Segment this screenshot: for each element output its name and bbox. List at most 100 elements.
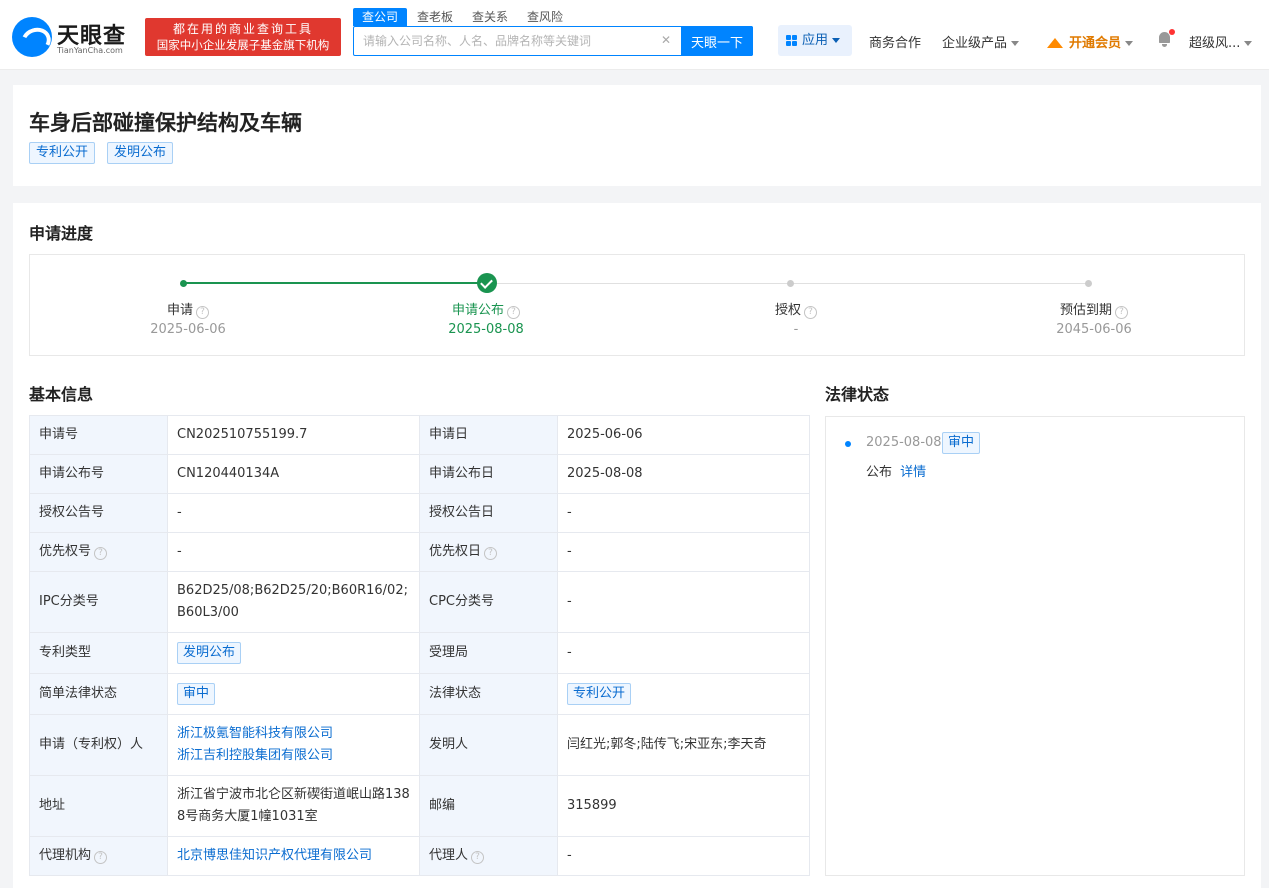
field-value: - — [557, 632, 810, 674]
help-icon[interactable]: ? — [804, 306, 817, 319]
help-icon[interactable]: ? — [484, 547, 498, 560]
caret-down-icon — [1011, 41, 1020, 46]
field-value: - — [167, 532, 420, 572]
field-value-cell: 发明公布 — [167, 632, 420, 674]
nav-user[interactable]: 超级风... — [1189, 32, 1253, 51]
progress-title: 申请进度 — [29, 224, 94, 243]
progress-line-done — [183, 282, 486, 284]
page-title: 车身后部碰撞保护结构及车辆 — [29, 111, 302, 135]
crown-icon — [1047, 36, 1063, 48]
step-date: 2025-08-08 — [448, 322, 524, 337]
step-label: 授权 — [774, 303, 801, 318]
search-button[interactable]: 天眼一下 — [681, 26, 753, 56]
field-value: CN120440134A — [167, 454, 420, 494]
table-row: 地址 浙江省宁波市北仑区新碶街道岷山路1388号商务大厦1幢1031室 邮编 3… — [29, 775, 810, 837]
caret-down-icon — [1125, 41, 1134, 46]
nav-enterprise-label: 企业级产品 — [942, 36, 1008, 51]
slogan-line-1: 都在用的商业查询工具 — [172, 22, 313, 36]
field-value: B62D25/08;B62D25/20;B60R16/02;B60L3/00 — [167, 571, 420, 633]
field-label: 简单法律状态 — [29, 673, 168, 715]
field-value-cell: 北京博思佳知识产权代理有限公司 — [167, 836, 420, 876]
check-icon — [477, 273, 497, 293]
progress-tracker: 申请? 2025-06-06 申请公布? 2025-08-08 授权? - 预估… — [29, 254, 1245, 356]
nav-business[interactable]: 商务合作 — [869, 32, 921, 51]
tag-patent-public: 专利公开 — [29, 142, 96, 164]
field-label-cell: 代理机构? — [29, 836, 168, 876]
field-value: 闫红光;郭冬;陆传飞;宋亚东;李天奇 — [557, 714, 810, 776]
search-tab-risk[interactable]: 查风险 — [527, 8, 563, 26]
nav-vip[interactable]: 开通会员 — [1047, 32, 1134, 51]
caret-down-icon — [832, 38, 841, 43]
logo-eye-icon — [12, 17, 52, 57]
step-label: 申请公布 — [451, 303, 504, 318]
tianyancha-logo[interactable]: 天眼查 TianYanCha.com — [12, 17, 140, 57]
search-input[interactable] — [354, 27, 680, 55]
tag-invention-publish: 发明公布 — [107, 142, 174, 164]
field-label: 专利类型 — [29, 632, 168, 674]
search-box: ✕ 天眼一下 — [353, 26, 753, 56]
applicant-link[interactable]: 浙江极氪智能科技有限公司 — [177, 723, 410, 745]
field-label: 优先权日 — [429, 544, 482, 559]
help-icon[interactable]: ? — [94, 547, 108, 560]
field-value: CN202510755199.7 — [167, 415, 420, 455]
table-row: 申请（专利权）人 浙江极氪智能科技有限公司 浙江吉利控股集团有限公司 发明人 闫… — [29, 714, 810, 776]
field-value: - — [557, 493, 810, 533]
field-value: - — [167, 493, 420, 533]
search-tab-relation[interactable]: 查关系 — [472, 8, 508, 26]
table-row: 专利类型 发明公布 受理局 - — [29, 632, 810, 674]
field-value-cell: 专利公开 — [557, 673, 810, 715]
field-label: 申请公布号 — [29, 454, 168, 494]
help-icon[interactable]: ? — [507, 306, 520, 319]
table-row: 申请公布号 CN120440134A 申请公布日 2025-08-08 — [29, 454, 810, 494]
legal-status-panel: 2025-08-08 审中 公布 详情 — [825, 416, 1245, 876]
search-tab-company[interactable]: 查公司 — [353, 8, 408, 26]
user-name: 超级风... — [1189, 36, 1241, 51]
table-row: 优先权号? - 优先权日? - — [29, 532, 810, 572]
table-row: 简单法律状态 审中 法律状态 专利公开 — [29, 673, 810, 715]
field-label: 申请公布日 — [419, 454, 558, 494]
step-apply: 申请? 2025-06-06 — [88, 302, 288, 340]
field-value: - — [557, 571, 810, 633]
field-value: 2025-06-06 — [557, 415, 810, 455]
nav-apps-button[interactable]: 应用 — [778, 25, 852, 56]
step-date: 2045-06-06 — [1056, 322, 1132, 337]
slogan-line-2: 国家中小企业发展子基金旗下机构 — [156, 38, 330, 52]
field-value: - — [557, 836, 810, 876]
notification-dot — [1169, 29, 1175, 35]
field-value: - — [557, 532, 810, 572]
search-tab-boss[interactable]: 查老板 — [417, 8, 453, 26]
field-label: IPC分类号 — [29, 571, 168, 633]
help-icon[interactable]: ? — [471, 851, 485, 864]
legal-status-title: 法律状态 — [825, 385, 890, 404]
help-icon[interactable]: ? — [1115, 306, 1128, 319]
table-row: 申请号 CN202510755199.7 申请日 2025-06-06 — [29, 415, 810, 455]
field-label: 授权公告号 — [29, 493, 168, 533]
applicant-link[interactable]: 浙江吉利控股集团有限公司 — [177, 745, 410, 767]
detail-link[interactable]: 详情 — [900, 465, 926, 480]
patent-type-tag: 发明公布 — [177, 642, 242, 664]
step-label: 预估到期 — [1059, 303, 1112, 318]
step-expire: 预估到期? 2045-06-06 — [994, 302, 1194, 340]
step-publish: 申请公布? 2025-08-08 — [386, 302, 586, 340]
field-label: 发明人 — [419, 714, 558, 776]
field-label: 申请号 — [29, 415, 168, 455]
step-label: 申请 — [166, 303, 193, 318]
field-label: 申请日 — [419, 415, 558, 455]
agency-link[interactable]: 北京博思佳知识产权代理有限公司 — [177, 848, 372, 863]
legal-status-tag: 专利公开 — [567, 683, 632, 705]
help-icon[interactable]: ? — [196, 306, 209, 319]
nav-apps-label: 应用 — [802, 33, 829, 48]
nav-enterprise[interactable]: 企业级产品 — [942, 32, 1020, 51]
clear-icon[interactable]: ✕ — [659, 33, 673, 47]
field-label-cell: 优先权日? — [419, 532, 558, 572]
legal-desc: 公布 详情 — [866, 461, 926, 480]
field-label: 法律状态 — [419, 673, 558, 715]
help-icon[interactable]: ? — [94, 851, 108, 864]
slogan-banner: 都在用的商业查询工具 国家中小企业发展子基金旗下机构 — [145, 18, 341, 56]
step-date: - — [793, 322, 799, 337]
field-label: 授权公告日 — [419, 493, 558, 533]
field-value: 2025-08-08 — [557, 454, 810, 494]
field-value-cell: 审中 — [167, 673, 420, 715]
field-label: 申请（专利权）人 — [29, 714, 168, 776]
field-label-cell: 代理人? — [419, 836, 558, 876]
